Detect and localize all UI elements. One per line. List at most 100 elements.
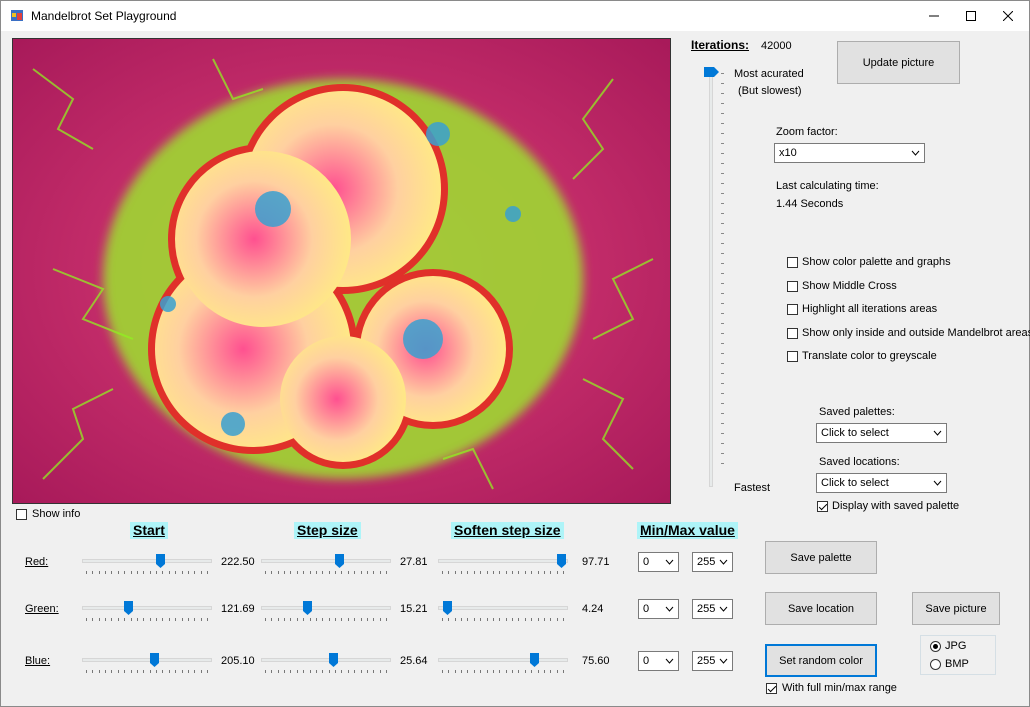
green-step-value: 15.21: [400, 603, 428, 615]
blue-step-slider-track[interactable]: [261, 658, 391, 662]
blue-soften-slider-track[interactable]: [438, 658, 568, 662]
option-checkbox-color-palette[interactable]: [787, 257, 798, 268]
blue-step-slider-thumb[interactable]: [329, 653, 338, 667]
chevron-down-icon: [933, 430, 942, 436]
iterations-slider-thumb[interactable]: [704, 67, 720, 77]
header-start: Start: [130, 522, 168, 539]
option-checkbox-highlight[interactable]: [787, 304, 798, 315]
blue-start-slider-thumb[interactable]: [150, 653, 159, 667]
zoom-select[interactable]: x10: [774, 143, 925, 163]
title-bar: Mandelbrot Set Playground: [1, 1, 1029, 31]
zoom-label: Zoom factor:: [776, 126, 838, 138]
blue-start-slider-ticks: [86, 670, 208, 673]
display-saved-palette-label: Display with saved palette: [832, 500, 960, 512]
save-palette-button[interactable]: Save palette: [765, 541, 877, 574]
iterations-fastest-label: Fastest: [734, 482, 771, 494]
app-icon: [11, 10, 23, 21]
option-checkbox-inside-outside[interactable]: [787, 328, 798, 339]
green-start-value: 121.69: [221, 603, 255, 615]
chevron-down-icon: [665, 559, 674, 565]
red-start-slider-thumb[interactable]: [156, 554, 165, 568]
show-info-label: Show info: [32, 508, 81, 520]
green-step-slider-track[interactable]: [261, 606, 391, 610]
red-start-slider-track[interactable]: [82, 559, 212, 563]
maximize-icon: [966, 11, 976, 21]
green-channel-label: Green:: [25, 603, 59, 615]
iterations-slowest-label: (But slowest): [738, 85, 802, 97]
red-min-select-value: 0: [643, 556, 650, 568]
chevron-down-icon: [933, 480, 942, 486]
blue-start-value: 205.10: [221, 655, 255, 667]
red-soften-slider-thumb[interactable]: [557, 554, 566, 568]
minimize-button[interactable]: [915, 1, 953, 31]
maximize-button[interactable]: [952, 1, 990, 31]
close-button[interactable]: [989, 1, 1027, 31]
saved-locations-value: Click to select: [821, 477, 889, 489]
iterations-value: 42000: [761, 40, 792, 52]
mandelbrot-image: [13, 39, 670, 503]
option-label-highlight: Highlight all iterations areas: [802, 303, 938, 315]
red-soften-slider-track[interactable]: [438, 559, 568, 563]
blue-start-slider-track[interactable]: [82, 658, 212, 662]
red-step-slider-track[interactable]: [261, 559, 391, 563]
green-soften-slider-thumb[interactable]: [443, 601, 452, 615]
saved-palettes-value: Click to select: [821, 427, 889, 439]
red-step-slider-ticks: [265, 571, 387, 574]
fractal-canvas[interactable]: [12, 38, 671, 504]
blue-soften-slider-ticks: [442, 670, 564, 673]
option-label-middle-cross: Show Middle Cross: [802, 280, 897, 292]
display-saved-palette-checkbox[interactable]: [817, 501, 828, 512]
update-picture-button[interactable]: Update picture: [837, 41, 960, 84]
header-step-size: Step size: [294, 522, 361, 539]
red-start-slider-ticks: [86, 571, 208, 574]
saved-palettes-label: Saved palettes:: [819, 406, 895, 418]
option-label-greyscale: Translate color to greyscale: [802, 350, 937, 362]
blue-max-select-value: 255: [697, 655, 716, 667]
blue-min-select-value: 0: [643, 655, 650, 667]
jpg-label: JPG: [945, 640, 967, 652]
minimize-icon: [929, 15, 939, 17]
iterations-slider-track[interactable]: [709, 67, 713, 487]
chevron-down-icon: [719, 606, 728, 612]
blue-max-select[interactable]: 255: [692, 651, 733, 671]
red-step-value: 27.81: [400, 556, 428, 568]
green-start-slider-thumb[interactable]: [124, 601, 133, 615]
bmp-radio[interactable]: [930, 659, 941, 670]
app-window: Mandelbrot Set Playground Show info Iter…: [0, 0, 1030, 707]
option-label-inside-outside: Show only inside and outside Mandelbrot …: [802, 327, 1030, 339]
save-location-button[interactable]: Save location: [765, 592, 877, 625]
header-min-max: Min/Max value: [637, 522, 738, 539]
chevron-down-icon: [719, 559, 728, 565]
full-range-checkbox[interactable]: [766, 683, 777, 694]
blue-soften-slider-thumb[interactable]: [530, 653, 539, 667]
blue-channel-label: Blue:: [25, 655, 51, 667]
save-picture-button[interactable]: Save picture: [912, 592, 1000, 625]
option-checkbox-middle-cross[interactable]: [787, 281, 798, 292]
blue-min-select[interactable]: 0: [638, 651, 679, 671]
blue-step-value: 25.64: [400, 655, 428, 667]
green-start-slider-track[interactable]: [82, 606, 212, 610]
option-checkbox-greyscale[interactable]: [787, 351, 798, 362]
red-soften-value: 97.71: [582, 556, 610, 568]
iterations-most-label: Most acurated: [734, 68, 804, 80]
show-info-checkbox[interactable]: [16, 509, 27, 520]
green-soften-value: 4.24: [582, 603, 604, 615]
jpg-radio[interactable]: [930, 641, 941, 652]
close-icon: [1003, 11, 1013, 21]
full-range-label: With full min/max range: [782, 682, 897, 694]
green-soften-slider-track[interactable]: [438, 606, 568, 610]
saved-locations-select[interactable]: Click to select: [816, 473, 947, 493]
chevron-down-icon: [911, 150, 920, 156]
saved-palettes-select[interactable]: Click to select: [816, 423, 947, 443]
green-max-select[interactable]: 255: [692, 599, 733, 619]
set-random-color-button[interactable]: Set random color: [765, 644, 877, 677]
red-min-select[interactable]: 0: [638, 552, 679, 572]
calc-time-label: Last calculating time:: [776, 180, 879, 192]
zoom-value: x10: [779, 147, 797, 159]
green-step-slider-thumb[interactable]: [303, 601, 312, 615]
blue-step-slider-ticks: [265, 670, 387, 673]
red-max-select[interactable]: 255: [692, 552, 733, 572]
red-soften-slider-ticks: [442, 571, 564, 574]
red-step-slider-thumb[interactable]: [335, 554, 344, 568]
green-min-select[interactable]: 0: [638, 599, 679, 619]
